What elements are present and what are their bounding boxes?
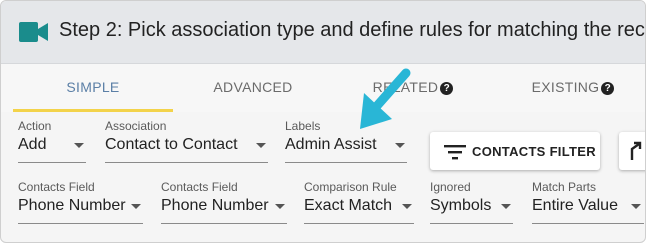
- contacts-field-2-select[interactable]: Contacts Field Phone Number: [161, 180, 287, 226]
- step-header: Step 2: Pick association type and define…: [1, 1, 645, 64]
- tab-existing[interactable]: EXISTING?: [493, 64, 645, 110]
- chevron-down-icon: [402, 204, 412, 209]
- ignored-select[interactable]: Ignored Symbols: [430, 180, 513, 226]
- contacts-filter-label: CONTACTS FILTER: [472, 144, 596, 159]
- help-icon[interactable]: ?: [440, 82, 454, 95]
- ignored-label: Ignored: [430, 180, 471, 194]
- filter-icon: [444, 145, 466, 160]
- chevron-down-icon: [275, 204, 285, 209]
- chevron-down-icon: [256, 143, 266, 148]
- branch-icon: [630, 141, 642, 160]
- chevron-down-icon: [501, 204, 511, 209]
- action-select[interactable]: Action Add: [18, 119, 86, 165]
- labels-label: Labels: [285, 119, 321, 133]
- chevron-down-icon: [395, 143, 405, 148]
- contacts-field-2-value: Phone Number: [161, 197, 269, 214]
- comparison-rule-select[interactable]: Comparison Rule Exact Match: [304, 180, 414, 226]
- contacts-field-1-label: Contacts Field: [18, 180, 95, 194]
- tab-bar: SIMPLE ADVANCED RELATED? EXISTING?: [1, 64, 645, 112]
- dialog-frame: Step 2: Pick association type and define…: [0, 0, 646, 243]
- active-tab-indicator: [13, 109, 173, 112]
- tab-existing-label: EXISTING: [531, 79, 600, 95]
- action-label: Action: [18, 119, 52, 133]
- video-camera-icon: [19, 22, 48, 42]
- comparison-rule-value: Exact Match: [304, 197, 393, 214]
- action-value: Add: [18, 136, 47, 153]
- ignored-value: Symbols: [430, 197, 492, 214]
- tab-advanced-label: ADVANCED: [213, 79, 293, 95]
- match-parts-value: Entire Value: [532, 197, 618, 214]
- contacts-filter-button[interactable]: CONTACTS FILTER: [430, 132, 600, 170]
- labels-value: Admin Assist: [285, 136, 377, 153]
- chevron-down-icon: [631, 204, 641, 209]
- chevron-down-icon: [131, 204, 141, 209]
- tab-simple-label: SIMPLE: [66, 79, 120, 95]
- help-icon[interactable]: ?: [601, 82, 615, 95]
- match-parts-select[interactable]: Match Parts Entire Value: [532, 180, 644, 226]
- chevron-down-icon: [74, 143, 84, 148]
- match-parts-label: Match Parts: [532, 180, 597, 194]
- association-select[interactable]: Association Contact to Contact: [105, 119, 268, 165]
- branch-button[interactable]: [619, 132, 645, 170]
- association-value: Contact to Contact: [105, 136, 238, 153]
- pointer-arrow-icon: [360, 68, 411, 129]
- tab-simple[interactable]: SIMPLE: [13, 64, 173, 110]
- tab-advanced[interactable]: ADVANCED: [173, 64, 333, 110]
- association-label: Association: [105, 119, 167, 133]
- contacts-field-1-value: Phone Number: [18, 197, 126, 214]
- comparison-rule-label: Comparison Rule: [304, 180, 397, 194]
- contacts-field-2-label: Contacts Field: [161, 180, 238, 194]
- step-title: Step 2: Pick association type and define…: [59, 19, 646, 41]
- contacts-field-1-select[interactable]: Contacts Field Phone Number: [18, 180, 143, 226]
